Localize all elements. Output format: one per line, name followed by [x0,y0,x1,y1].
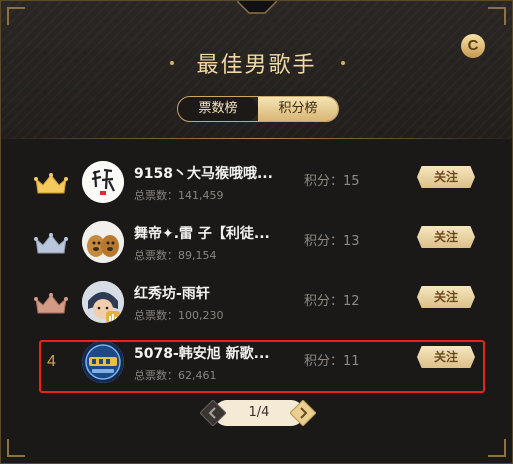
header-divider [1,138,512,139]
score-value: 积分：15 [304,174,360,189]
total-votes: 总票数：89,154 [134,249,217,262]
singer-name[interactable]: 9158丶大马猴哦哦... [134,163,284,183]
score-value: 积分：13 [304,234,360,249]
corner-ornament [7,7,25,25]
avatar[interactable] [82,161,124,203]
bronze-crown-icon [34,293,68,314]
follow-button[interactable]: 关注 [417,226,475,248]
tab-votes-ranking[interactable]: 票数榜 [178,97,258,121]
top-notch-ornament [237,1,277,14]
follow-button[interactable]: 关注 [417,286,475,308]
corner-ornament [488,7,506,25]
gold-crown-icon [34,173,68,194]
total-votes: 总票数：100,230 [134,309,224,322]
title-dot-right [341,61,345,65]
singer-name[interactable]: 舞帝✦.雷 子【利徒... [134,223,284,243]
list-item: 红秀坊-雨轩 总票数：100,230 积分：12 关注 [1,274,512,332]
list-item: 9158丶大马猴哦哦... 总票数：141,459 积分：15 关注 [1,154,512,212]
total-votes: 总票数：141,459 [134,189,224,202]
follow-button[interactable]: 关注 [417,166,475,188]
silver-crown-icon [34,233,68,254]
singer-name[interactable]: 红秀坊-雨轩 [134,283,284,303]
tab-points-ranking[interactable]: 积分榜 [258,97,338,121]
tab-switcher: 票数榜 积分榜 [177,96,339,122]
list-item: 舞帝✦.雷 子【利徒... 总票数：89,154 积分：13 关注 [1,214,512,272]
selection-highlight [39,340,485,393]
avatar[interactable] [82,281,124,323]
coin-icon[interactable]: C [461,34,485,58]
corner-ornament [488,439,506,457]
page-title: 最佳男歌手 [196,53,317,78]
leaderboard-panel: 最佳男歌手 C 票数榜 积分榜 9158丶大马猴哦哦... 总票数：141,45… [0,0,513,464]
chevron-right-icon[interactable] [290,400,316,426]
pagination: 1/4 [200,399,317,427]
score-value: 积分：12 [304,294,360,309]
avatar[interactable] [82,221,124,263]
corner-ornament [7,439,25,457]
